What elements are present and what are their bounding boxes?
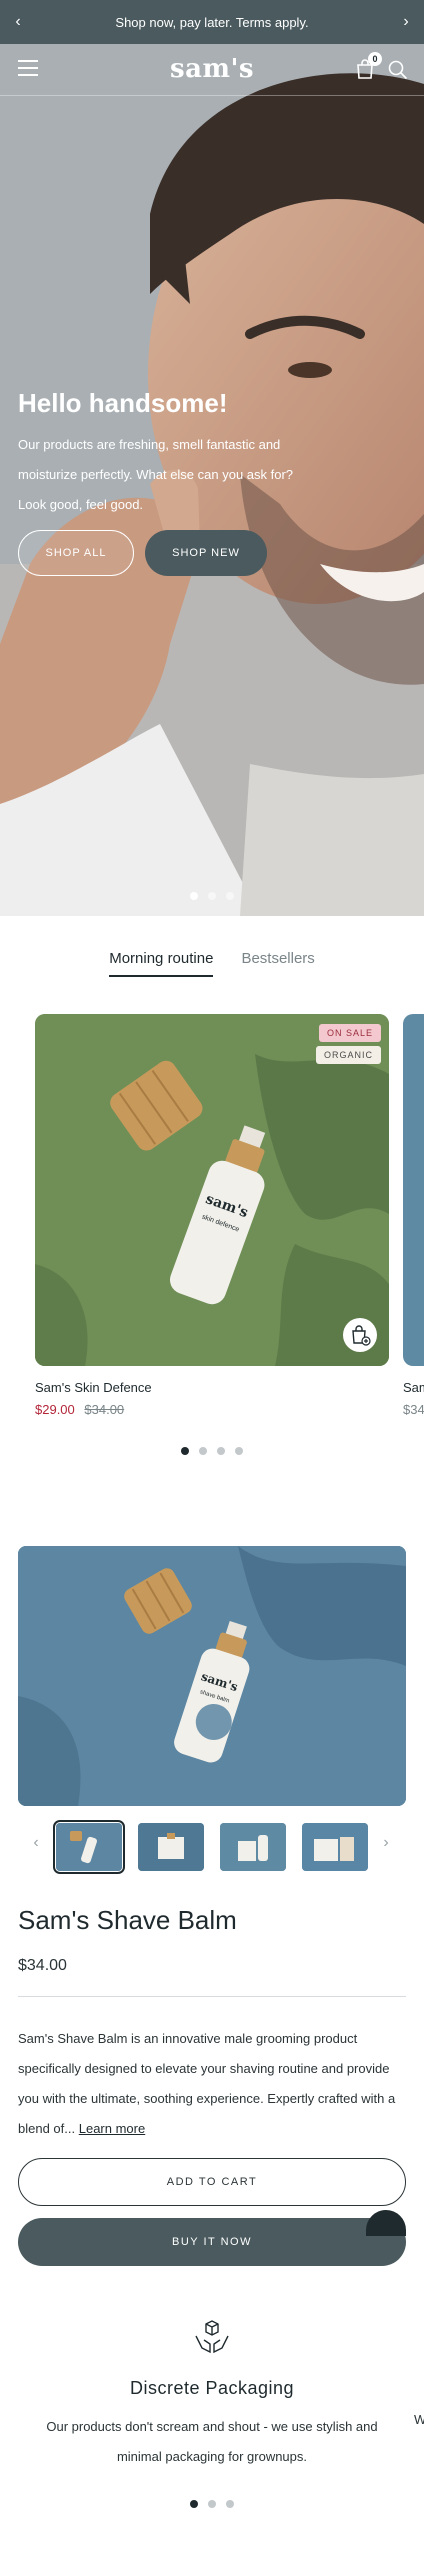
next-product-price: $34 xyxy=(403,1402,424,1417)
skin-defence-photo: sam's skin defence xyxy=(35,1014,389,1366)
shopping-bag-icon[interactable]: 0 xyxy=(354,52,382,80)
compare-price: $34.00 xyxy=(84,1402,125,1417)
feature-text: Our products don't scream and shout - we… xyxy=(46,2419,378,2464)
tab-morning-routine[interactable]: Morning routine xyxy=(109,950,214,977)
chevron-left-icon[interactable]: ‹ xyxy=(8,12,28,32)
featured-product-price: $34.00 xyxy=(18,1957,67,1974)
thumbnail-1[interactable] xyxy=(53,1820,125,1874)
next-feature-peek: W xyxy=(414,2412,424,2427)
product-card-image[interactable]: sam's skin defence ON SALE ORGANIC xyxy=(35,1014,389,1366)
feature-dot[interactable] xyxy=(190,2500,198,2508)
hands-box-icon xyxy=(192,2318,232,2358)
featured-product-image[interactable]: sam's shave balm xyxy=(18,1546,406,1806)
hero-dot[interactable] xyxy=(226,892,234,900)
carousel-dot[interactable] xyxy=(181,1447,189,1455)
add-to-bag-icon[interactable] xyxy=(343,1318,377,1352)
thumbnail-2[interactable] xyxy=(138,1823,204,1871)
carousel-dot[interactable] xyxy=(217,1447,225,1455)
hero-dot[interactable] xyxy=(190,892,198,900)
shop-all-button[interactable]: SHOP ALL xyxy=(18,530,134,576)
carousel-dot[interactable] xyxy=(199,1447,207,1455)
next-product-name[interactable]: Sam xyxy=(403,1380,424,1395)
chevron-right-icon[interactable]: › xyxy=(396,12,416,32)
on-sale-badge: ON SALE xyxy=(318,1024,381,1042)
organic-badge: ORGANIC xyxy=(315,1046,381,1064)
product-price: $29.00 $34.00 xyxy=(35,1402,124,1417)
featured-product-title: Sam's Shave Balm xyxy=(18,1905,237,1935)
sale-price: $29.00 xyxy=(35,1402,75,1417)
floating-action-button[interactable] xyxy=(366,2210,406,2236)
collection-tabs: Morning routine Bestsellers xyxy=(0,950,424,977)
search-icon[interactable] xyxy=(386,58,408,80)
announcement-bar: ‹ Shop now, pay later. Terms apply. › xyxy=(0,0,424,44)
description-text: Sam's Shave Balm is an innovative male g… xyxy=(18,2031,396,2136)
feature-title: Discrete Packaging xyxy=(129,2378,295,2398)
thumbnail-4[interactable] xyxy=(302,1823,368,1871)
add-to-cart-button[interactable]: ADD TO CART xyxy=(18,2158,406,2206)
next-product-card-image[interactable] xyxy=(403,1014,424,1366)
thumbnail-next-arrow[interactable]: › xyxy=(378,1834,394,1852)
hero-dot[interactable] xyxy=(208,892,216,900)
learn-more-link[interactable]: Learn more xyxy=(79,2121,145,2136)
hero-title: Hello handsome! xyxy=(18,388,228,418)
hero-text: Our products are freshing, smell fantast… xyxy=(18,437,294,512)
shop-new-button[interactable]: SHOP NEW xyxy=(145,530,267,576)
featured-product-description: Sam's Shave Balm is an innovative male g… xyxy=(18,2024,410,2144)
tab-bestsellers[interactable]: Bestsellers xyxy=(241,950,314,977)
carousel-dot[interactable] xyxy=(235,1447,243,1455)
thumbnail-prev-arrow[interactable]: ‹ xyxy=(28,1834,44,1852)
shave-balm-photo: sam's shave balm xyxy=(18,1546,406,1806)
buy-now-button[interactable]: BUY IT NOW xyxy=(18,2218,406,2266)
product-name[interactable]: Sam's Skin Defence xyxy=(35,1380,152,1395)
product-carousel-pagination xyxy=(0,1447,424,1455)
site-header: sam's 0 xyxy=(0,44,424,96)
thumbnail-3[interactable] xyxy=(220,1823,286,1871)
announcement-text: Shop now, pay later. Terms apply. xyxy=(115,14,309,30)
feature-pagination xyxy=(0,2500,424,2508)
cart-count-badge: 0 xyxy=(368,52,382,66)
divider xyxy=(18,1996,406,1997)
feature-dot[interactable] xyxy=(208,2500,216,2508)
feature-dot[interactable] xyxy=(226,2500,234,2508)
hero-pagination xyxy=(0,892,424,900)
